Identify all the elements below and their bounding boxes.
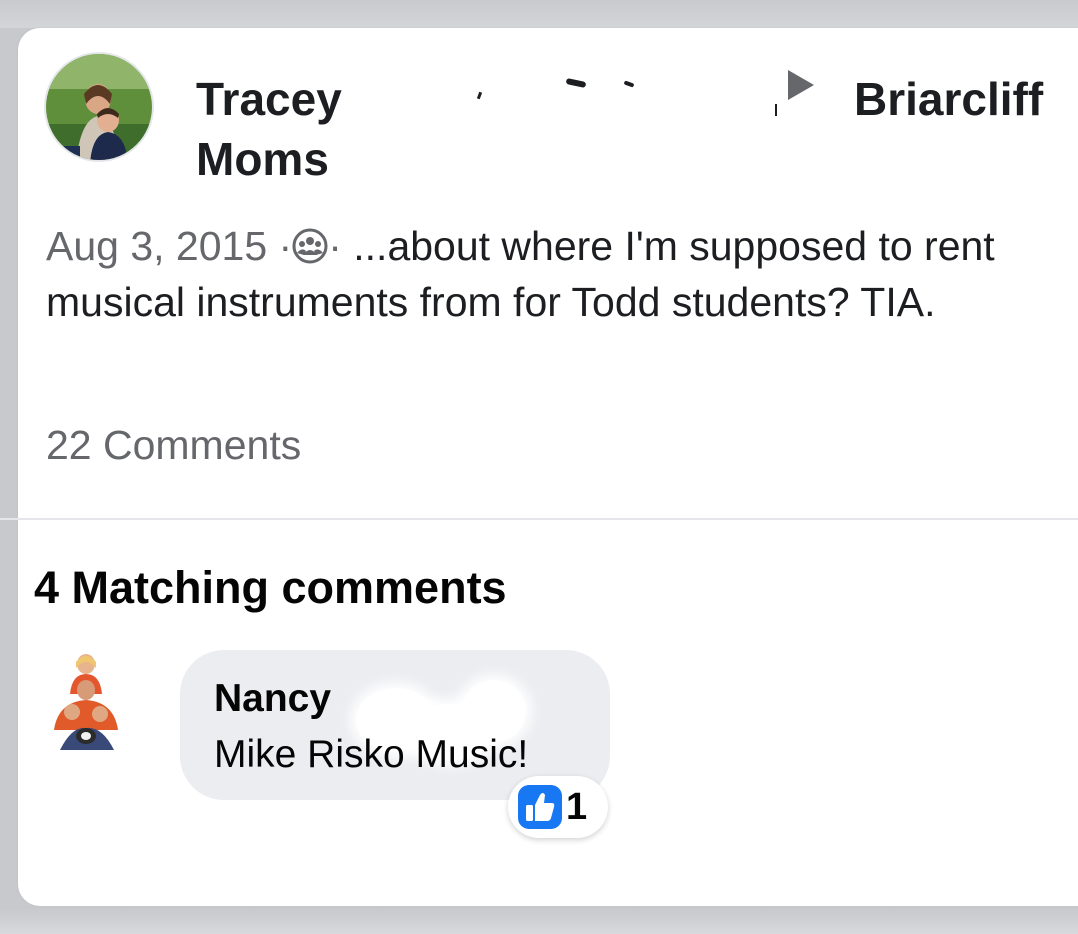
comments-count[interactable]: 22 Comments bbox=[46, 420, 301, 470]
post-date[interactable]: Aug 3, 2015 bbox=[46, 223, 267, 269]
post-author-name[interactable]: Tracey bbox=[196, 72, 342, 126]
separator: · bbox=[278, 223, 293, 269]
comment-author[interactable]: Nancy bbox=[214, 674, 331, 724]
next-card-edge bbox=[0, 906, 1078, 934]
matching-comments-title: 4 Matching comments bbox=[34, 562, 507, 613]
post-meta-and-text: Aug 3, 2015 · · ...about where I'm suppo… bbox=[46, 218, 1066, 330]
reaction-summary[interactable]: 1 bbox=[508, 776, 608, 838]
previous-card-edge bbox=[0, 0, 1078, 28]
commenter-photo bbox=[42, 654, 130, 756]
redaction-mark bbox=[775, 104, 777, 116]
comment-text: Mike Risko Music! bbox=[214, 733, 529, 776]
post-group-name[interactable]: Briarcliff bbox=[854, 72, 1043, 126]
separator: · bbox=[328, 223, 342, 269]
reaction-count: 1 bbox=[566, 786, 588, 828]
post-group-name-continued[interactable]: Moms bbox=[196, 132, 329, 186]
author-photo bbox=[46, 54, 152, 160]
thumbs-up-icon bbox=[518, 785, 562, 829]
commenter-avatar[interactable] bbox=[42, 650, 130, 758]
author-avatar[interactable] bbox=[44, 52, 154, 162]
triangle-right-icon bbox=[788, 70, 814, 100]
group-members-icon bbox=[292, 228, 328, 264]
divider bbox=[0, 518, 1078, 520]
